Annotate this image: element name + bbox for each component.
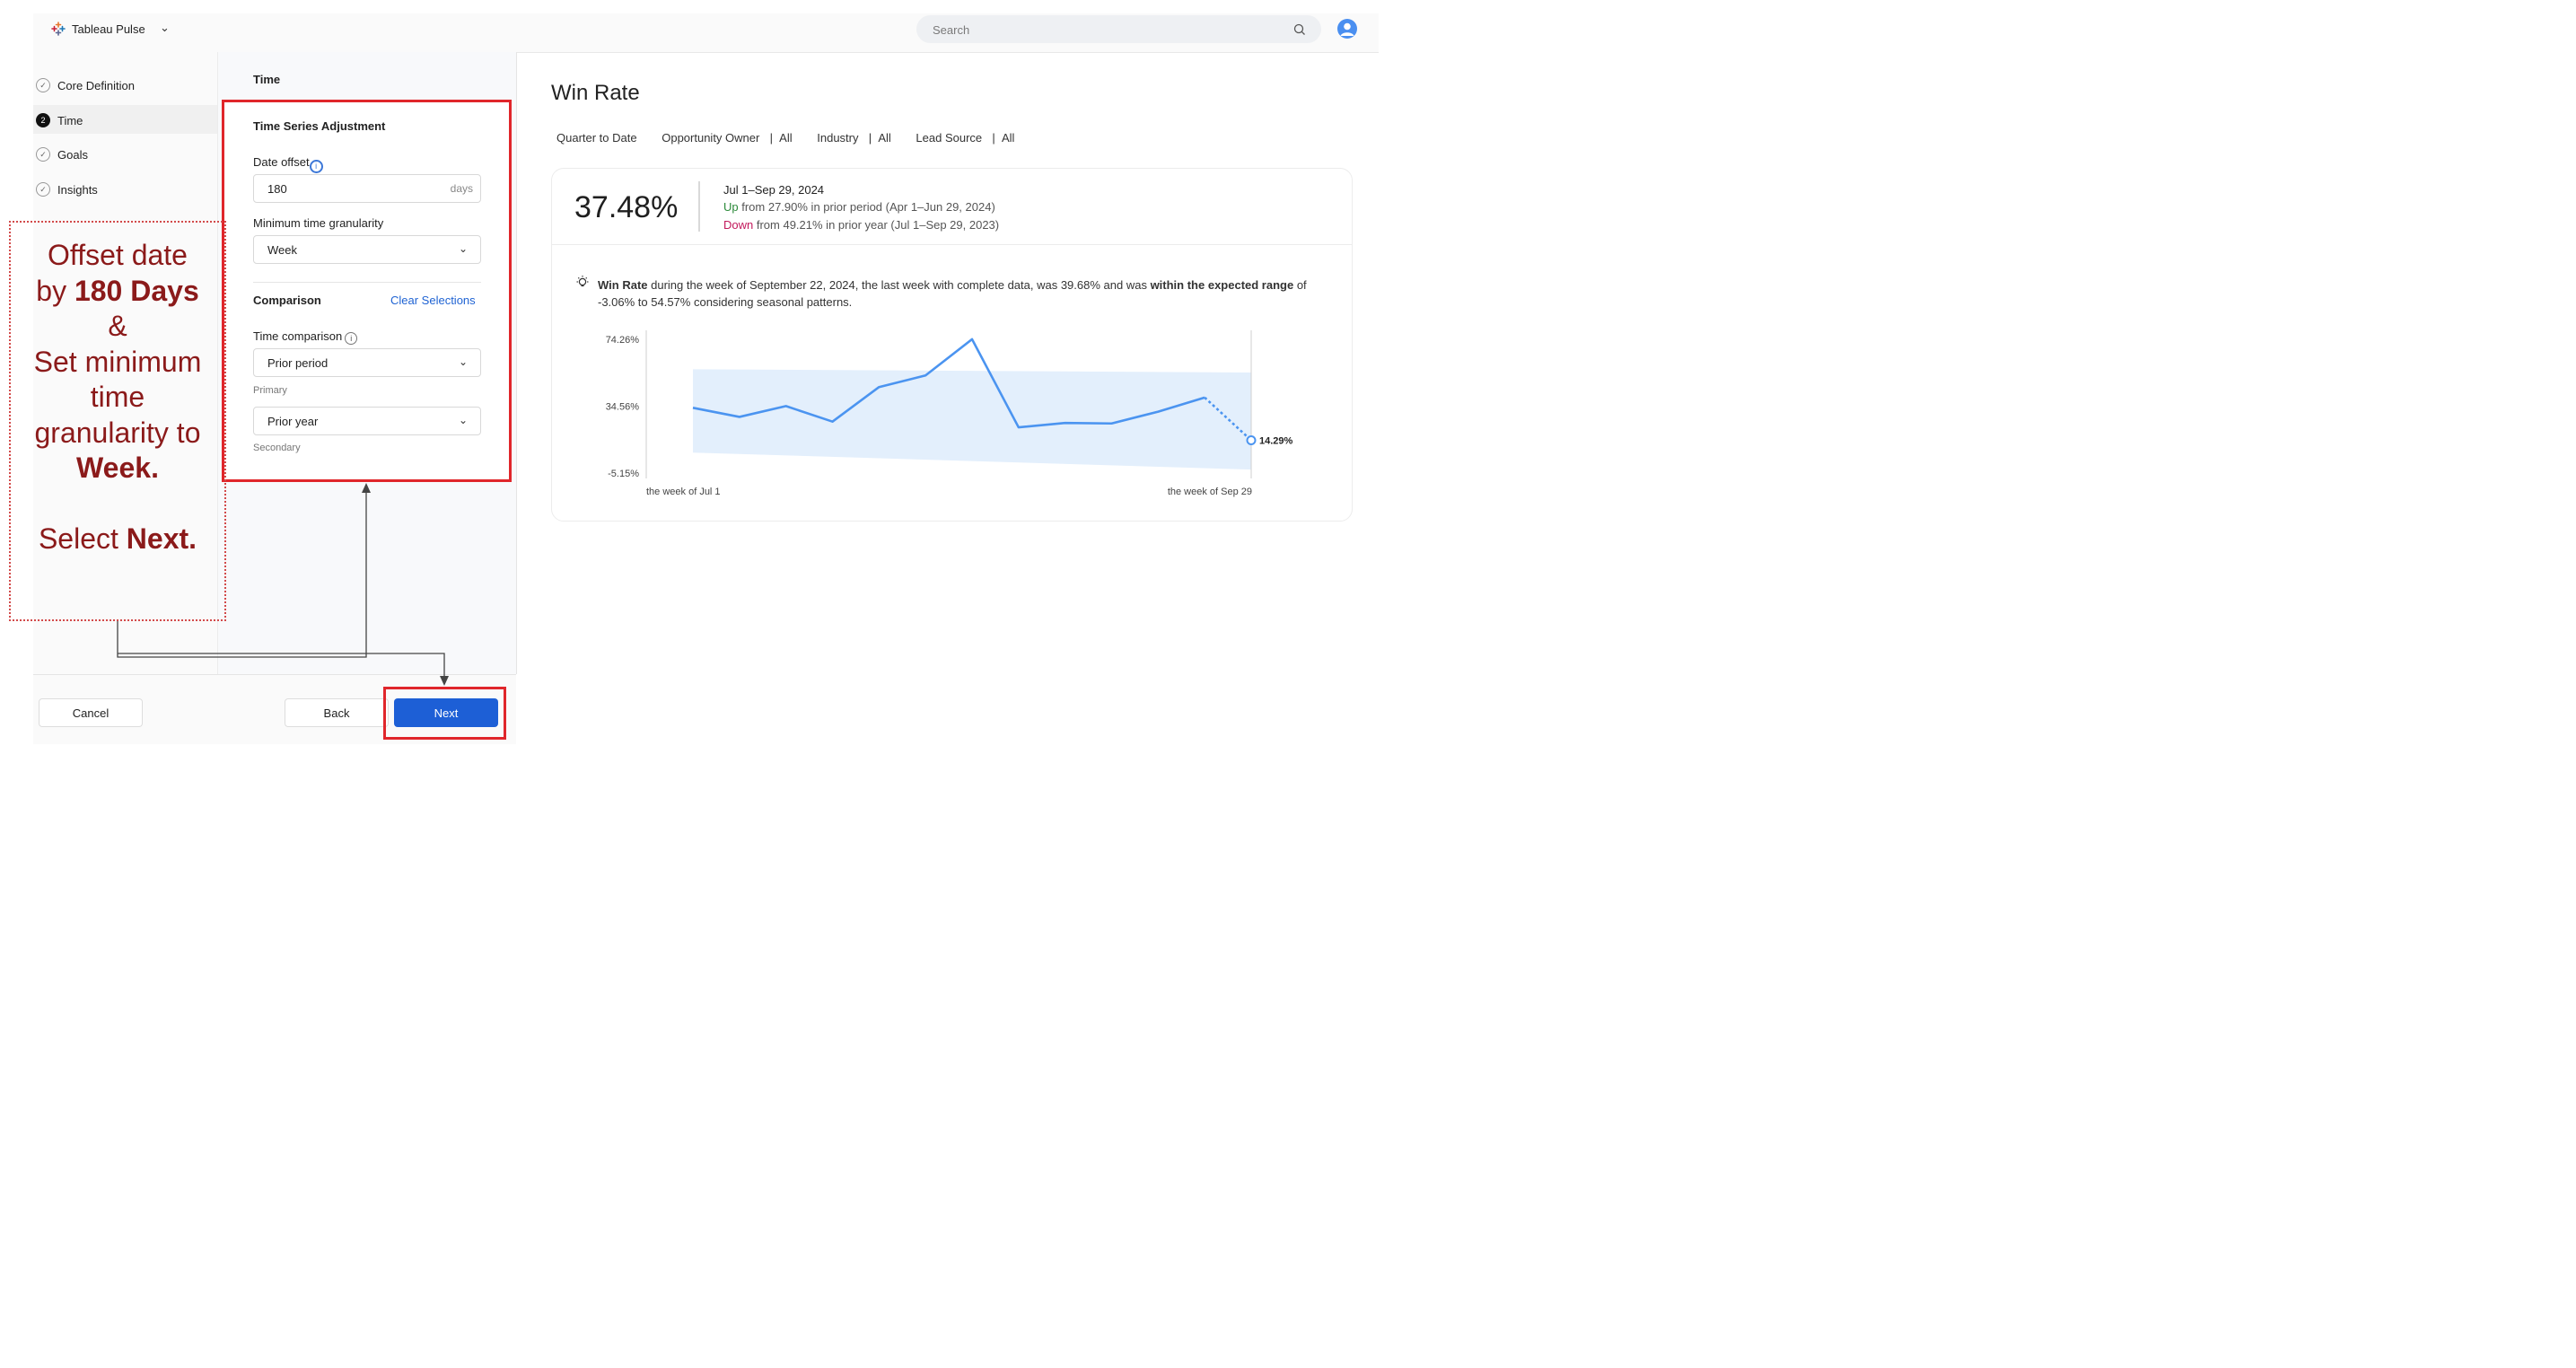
end-value-label: 14.29% [1259, 436, 1293, 447]
filter-bar: Quarter to Date Opportunity Owner | All … [556, 131, 1021, 145]
lightbulb-icon [576, 276, 589, 287]
expected-range-band [693, 369, 1251, 470]
filter-chip[interactable]: Quarter to Date [556, 131, 641, 145]
value-divider [698, 181, 700, 232]
filter-chip[interactable]: Lead Source | All [916, 131, 1018, 145]
x-tick-label: the week of Sep 29 [1168, 487, 1252, 497]
y-tick-label: 34.56% [606, 402, 640, 413]
card-divider [552, 244, 1352, 245]
filter-chip[interactable]: Industry | All [817, 131, 895, 145]
metric-title: Win Rate [551, 81, 640, 105]
comparison-prior-period: Up from 27.90% in prior period (Apr 1–Ju… [723, 200, 995, 214]
insight-text: Win Rate during the week of September 22… [598, 278, 1307, 309]
comparison-prior-year: Down from 49.21% in prior year (Jul 1–Se… [723, 218, 1000, 232]
win-rate-chart: 74.26% 34.56% -5.15% the week of Jul 1 the w… [606, 330, 1293, 497]
filter-chip[interactable]: Opportunity Owner | All [662, 131, 795, 145]
y-tick-label: 74.26% [606, 335, 640, 346]
metric-value: 37.48% [574, 190, 679, 224]
series-end-point [1246, 435, 1257, 446]
metric-period: Jul 1–Sep 29, 2024 [723, 183, 825, 197]
y-tick-label: -5.15% [608, 469, 639, 479]
x-tick-label: the week of Jul 1 [646, 487, 721, 497]
